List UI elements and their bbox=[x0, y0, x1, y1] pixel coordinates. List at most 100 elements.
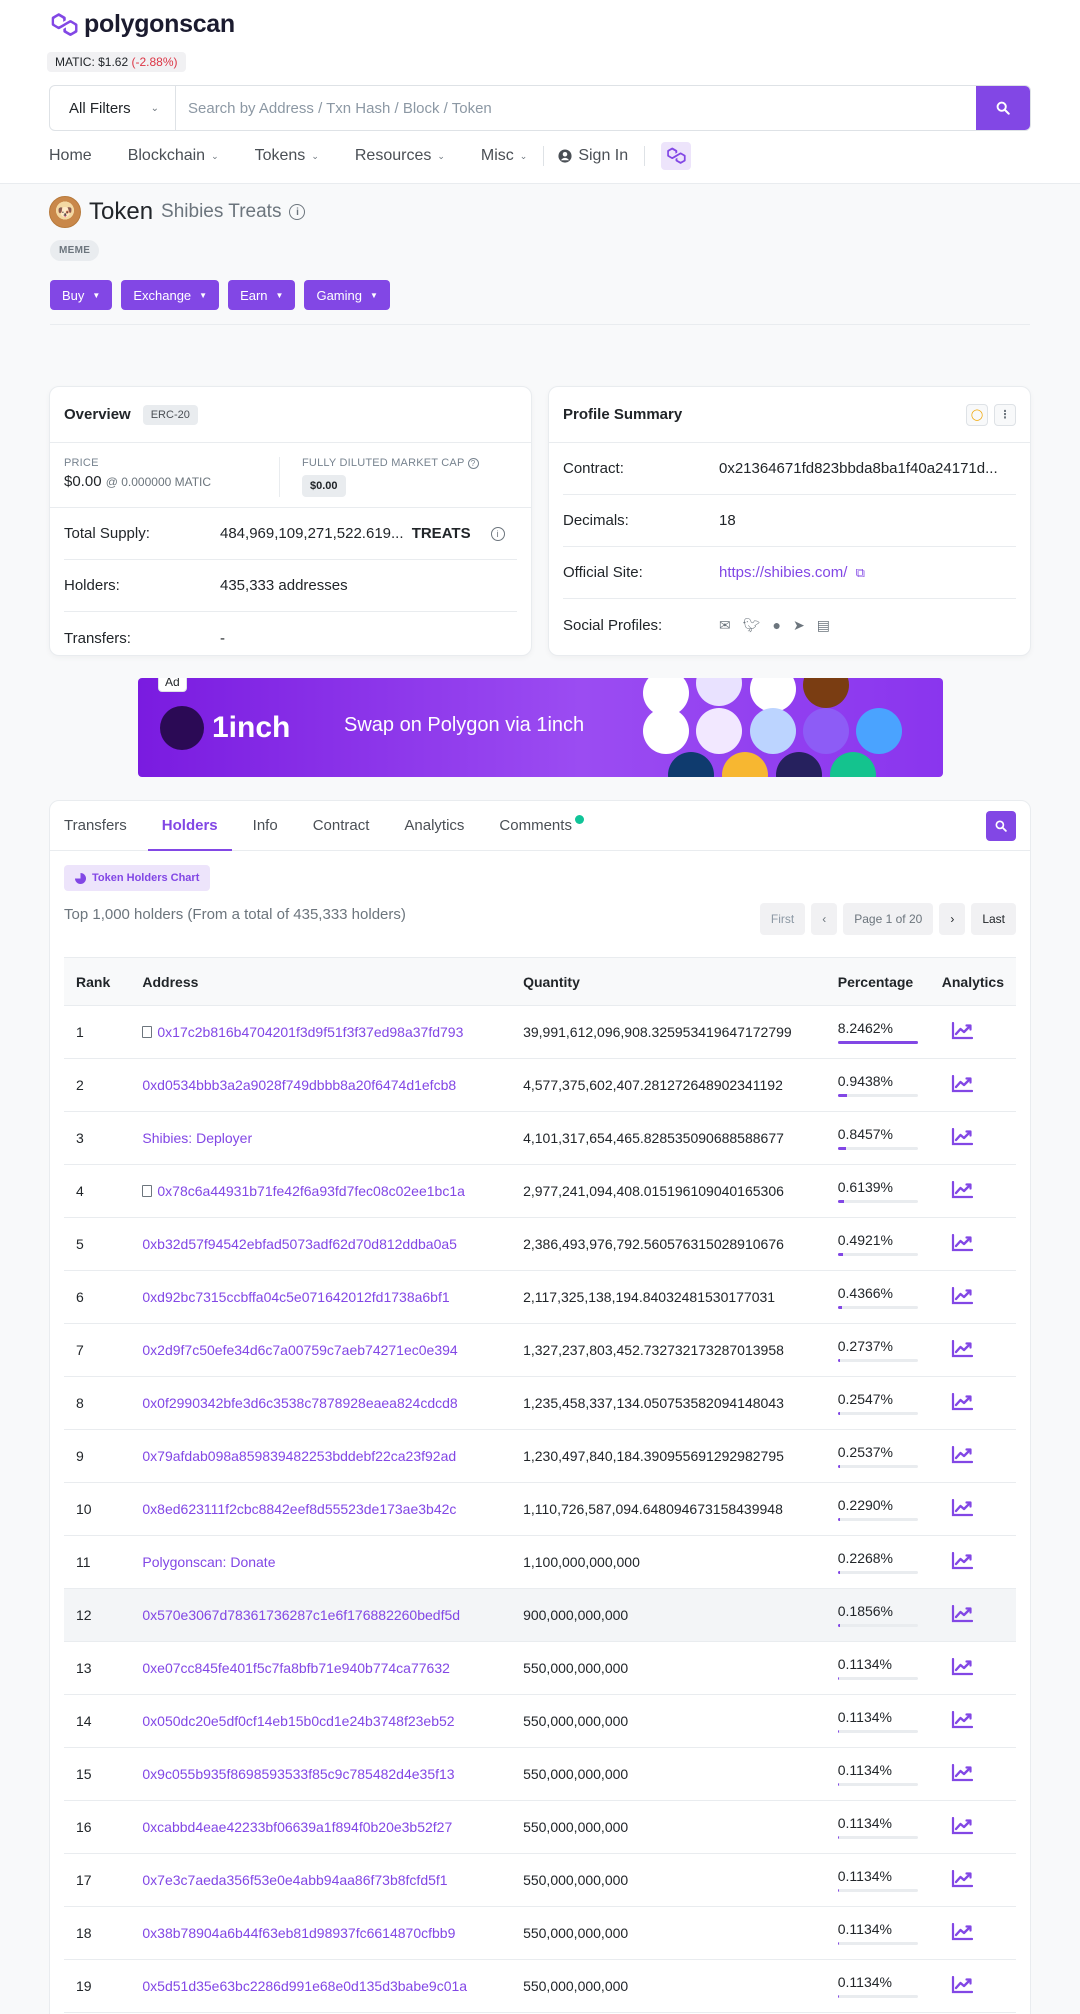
holder-quantity: 550,000,000,000 bbox=[511, 1694, 826, 1748]
pagination: First ‹ Page 1 of 20 › Last bbox=[759, 903, 1016, 935]
holder-address-link[interactable]: 0xe07cc845fe401f5c7fa8bfb71e940b774ca776… bbox=[142, 1660, 450, 1676]
page-first-button[interactable]: First bbox=[759, 903, 806, 935]
holder-address-link[interactable]: 0x050dc20e5df0cf14eb15b0cd1e24b3748f23eb… bbox=[142, 1713, 454, 1729]
analytics-chart-icon[interactable] bbox=[951, 1445, 973, 1467]
more-options-icon[interactable]: ⋮ bbox=[994, 403, 1016, 426]
ad-banner[interactable]: Ad 1inch Swap on Polygon via 1inch bbox=[138, 678, 943, 777]
nav-resources[interactable]: Resources ⌄ bbox=[355, 147, 445, 165]
info-icon[interactable]: i bbox=[490, 527, 505, 541]
twitter-icon[interactable]: 🐦︎ bbox=[743, 617, 761, 634]
analytics-chart-icon[interactable] bbox=[951, 1869, 973, 1891]
info-icon[interactable]: i bbox=[289, 204, 306, 220]
col-quantity: Quantity bbox=[511, 957, 826, 1006]
token-holders-chart-button[interactable]: Token Holders Chart bbox=[64, 865, 211, 891]
table-row: 13 0xe07cc845fe401f5c7fa8bfb71e940b774ca7… bbox=[64, 1641, 1016, 1695]
email-icon[interactable]: ✉ bbox=[719, 617, 731, 634]
holder-address-link[interactable]: 0xb32d57f94542ebfad5073adf62d70d812ddba0… bbox=[142, 1236, 457, 1252]
holder-quantity: 2,386,493,976,792.560576315028910676 bbox=[511, 1217, 826, 1271]
nav-signin[interactable]: Sign In bbox=[558, 147, 628, 165]
holder-address-link[interactable]: 0x17c2b816b4704201f3d9f51f3f37ed98a37fd7… bbox=[157, 1024, 463, 1040]
analytics-chart-icon[interactable] bbox=[951, 1816, 973, 1838]
buy-button[interactable]: Buy ▼ bbox=[50, 280, 113, 310]
analytics-chart-icon[interactable] bbox=[951, 1233, 973, 1255]
search-filter-select[interactable]: All Filters ⌄ bbox=[50, 86, 176, 130]
analytics-chart-icon[interactable] bbox=[951, 1604, 973, 1626]
contract-link[interactable]: 0x21364671fd823bbda8ba1f40a24171d... bbox=[719, 460, 1016, 477]
filter-search-button[interactable] bbox=[986, 811, 1016, 841]
analytics-chart-icon[interactable] bbox=[951, 1392, 973, 1414]
holder-rank: 19 bbox=[64, 1959, 131, 2013]
nav-misc[interactable]: Misc ⌄ bbox=[481, 147, 527, 165]
holder-analytics-cell bbox=[929, 1482, 1016, 1536]
holder-analytics-cell bbox=[929, 1588, 1016, 1642]
github-icon[interactable]: ● bbox=[773, 617, 781, 633]
holder-rank: 8 bbox=[64, 1376, 131, 1430]
page-next-button[interactable]: › bbox=[939, 903, 966, 935]
analytics-chart-icon[interactable] bbox=[951, 1074, 973, 1096]
col-analytics: Analytics bbox=[929, 957, 1016, 1006]
percentage-bar bbox=[837, 1306, 918, 1309]
total-supply-value: 484,969,109,271,522.619... TREATS i bbox=[220, 525, 517, 542]
analytics-chart-icon[interactable] bbox=[951, 1551, 973, 1573]
holder-address-link[interactable]: 0x8ed623111f2cbc8842eef8d55523de173ae3b4… bbox=[142, 1501, 456, 1517]
analytics-chart-icon[interactable] bbox=[951, 1498, 973, 1520]
holder-address-link[interactable]: 0x79afdab098a859839482253bddebf22ca23f92… bbox=[142, 1448, 456, 1464]
holder-address-link[interactable]: 0xd0534bbb3a2a9028f749dbbb8a20f6474d1efc… bbox=[142, 1077, 456, 1093]
nav-blockchain[interactable]: Blockchain ⌄ bbox=[128, 147, 219, 165]
network-switch-button[interactable] bbox=[661, 142, 692, 170]
page-last-button[interactable]: Last bbox=[971, 903, 1016, 935]
analytics-chart-icon[interactable] bbox=[951, 1763, 973, 1785]
tab-analytics[interactable]: Analytics bbox=[404, 801, 464, 850]
analytics-chart-icon[interactable] bbox=[951, 1657, 973, 1679]
holder-address-link[interactable]: 0x0f2990342bfe3d6c3538c7878928eaea824cdc… bbox=[142, 1395, 457, 1411]
external-link-icon[interactable]: ⧉ bbox=[856, 565, 865, 580]
holder-address-link[interactable]: 0xd92bc7315ccbffa04c5e071642012fd1738a6b… bbox=[142, 1289, 449, 1305]
official-site-link[interactable]: https://shibies.com/ bbox=[719, 564, 847, 581]
update-token-info-icon[interactable]: ◯ bbox=[966, 403, 988, 426]
question-icon[interactable]: ? bbox=[467, 458, 479, 469]
overview-header: Overview ERC-20 bbox=[50, 387, 531, 443]
holder-address-link[interactable]: 0x2d9f7c50efe34d6c7a00759c7aeb74271ec0e3… bbox=[142, 1342, 457, 1358]
tab-comments[interactable]: Comments bbox=[499, 801, 584, 850]
tab-transfers[interactable]: Transfers bbox=[64, 801, 127, 850]
nav-home[interactable]: Home bbox=[49, 147, 92, 165]
tab-info[interactable]: Info bbox=[253, 801, 278, 850]
total-supply-row: Total Supply: 484,969,109,271,522.619...… bbox=[64, 508, 517, 560]
analytics-chart-icon[interactable] bbox=[951, 1127, 973, 1149]
token-activity-card: Transfers Holders Info Contract Analytic… bbox=[49, 800, 1031, 2014]
earn-button[interactable]: Earn ▼ bbox=[228, 280, 296, 310]
whitepaper-icon[interactable]: ▤ bbox=[817, 617, 830, 634]
holder-address-link[interactable]: 0x5d51d35e63bc2286d991e68e0d135d3babe9c0… bbox=[142, 1978, 467, 1994]
exchange-button[interactable]: Exchange ▼ bbox=[121, 280, 220, 310]
holder-address-link[interactable]: 0x38b78904a6b44f63eb81d98937fc6614870cfb… bbox=[142, 1925, 455, 1941]
analytics-chart-icon[interactable] bbox=[951, 1180, 973, 1202]
analytics-chart-icon[interactable] bbox=[951, 1710, 973, 1732]
holder-address-link[interactable]: 0x7e3c7aeda356f53e0e4abb94aa86f73b8fcfd5… bbox=[142, 1872, 447, 1888]
tab-holders[interactable]: Holders bbox=[147, 801, 232, 851]
analytics-chart-icon[interactable] bbox=[951, 1339, 973, 1361]
holder-address-link[interactable]: 0x78c6a44931b71fe42f6a93fd7fec08c02ee1bc… bbox=[157, 1183, 465, 1199]
analytics-chart-icon[interactable] bbox=[951, 1021, 973, 1043]
telegram-icon[interactable]: ➤ bbox=[793, 617, 805, 634]
nav-tokens[interactable]: Tokens ⌄ bbox=[255, 147, 319, 165]
site-logo[interactable]: polygonscan bbox=[50, 10, 235, 39]
tab-contract[interactable]: Contract bbox=[313, 801, 370, 850]
nav-resources-label: Resources bbox=[354, 147, 432, 164]
search-button[interactable] bbox=[976, 86, 1030, 130]
holder-address-link[interactable]: 0x9c055b935f8698593533f85c9c785482d4e35f… bbox=[142, 1766, 454, 1782]
holder-address-link[interactable]: 0x570e3067d78361736287c1e6f176882260bedf… bbox=[142, 1607, 460, 1623]
analytics-chart-icon[interactable] bbox=[951, 1922, 973, 1944]
market-cap-block: FULLY DILUTED MARKET CAP ? $0.00 bbox=[279, 457, 517, 497]
search-input[interactable] bbox=[176, 86, 976, 130]
analytics-chart-icon[interactable] bbox=[951, 1286, 973, 1308]
holder-address-link[interactable]: Shibies: Deployer bbox=[142, 1130, 252, 1146]
page-prev-button[interactable]: ‹ bbox=[811, 903, 838, 935]
nav-home-label: Home bbox=[49, 147, 92, 164]
analytics-chart-icon[interactable] bbox=[951, 1975, 973, 1997]
holder-address-link[interactable]: Polygonscan: Donate bbox=[142, 1554, 275, 1570]
profile-summary-card: Profile Summary ◯ ⋮ Contract: 0x21364671… bbox=[548, 386, 1031, 656]
holder-address-link[interactable]: 0xcabbd4eae42233bf06639a1f894f0b20e3b52f… bbox=[142, 1819, 452, 1835]
holder-percentage-cell: 8.2462% bbox=[825, 1005, 930, 1059]
gaming-button[interactable]: Gaming ▼ bbox=[304, 280, 390, 310]
token-tag-badge[interactable]: MEME bbox=[50, 240, 100, 261]
